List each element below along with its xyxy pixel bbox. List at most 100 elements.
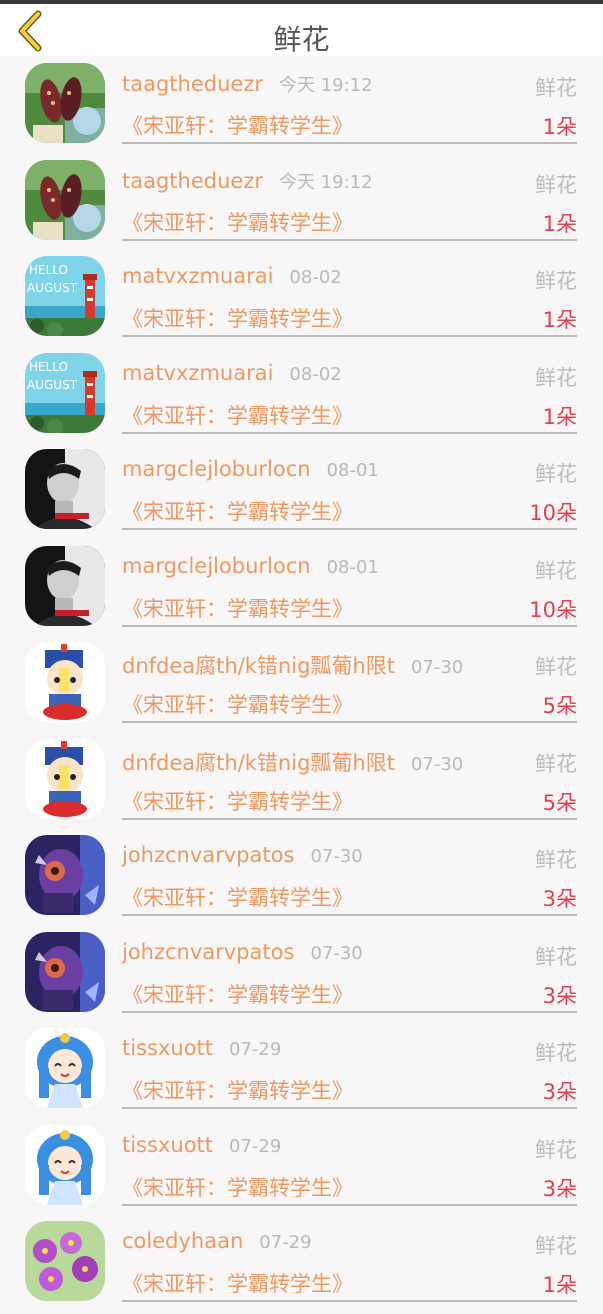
book-title[interactable]: 《宋亚轩：学霸转学生》 — [122, 303, 353, 333]
list-item[interactable]: dnfdea腐th/k错nig瓢葡h限t 07-30 鲜花《宋亚轩：学霸转学生》 5朵 — [0, 638, 603, 735]
gift-count: 3朵 — [542, 1080, 577, 1104]
list-item[interactable]: coledyhaan 07-29 鲜花 《宋亚轩：学霸转学生》 1朵 — [0, 1217, 603, 1314]
list-item[interactable]: tissxuott 07-29 鲜花 《宋亚轩：学霸转学生》 3朵 — [0, 1121, 603, 1218]
gift-count: 10朵 — [529, 597, 577, 622]
user-name[interactable]: taagtheduezr — [122, 169, 263, 193]
user-name[interactable]: tissxuott — [122, 1133, 213, 1157]
user-name-line: dnfdea腐th/k错nig瓢葡h限t 07-30 — [122, 650, 463, 680]
list-item[interactable]: johzcnvarvpatos 07-30 鲜花 《宋亚轩：学霸转学生》 3朵 — [0, 928, 603, 1025]
avatar[interactable] — [25, 1221, 105, 1301]
gift-type: 鲜花 — [535, 1041, 577, 1065]
gift-count: 10朵 — [529, 501, 577, 525]
user-name[interactable]: matvxzmuarai — [122, 361, 273, 385]
book-title[interactable]: 《宋亚轩：学霸转学生》 — [122, 593, 353, 623]
gift-type: 鲜花 — [535, 1137, 577, 1162]
book-title[interactable]: 《宋亚轩：学霸转学生》 — [122, 689, 353, 719]
divider — [122, 142, 577, 144]
list-item[interactable]: johzcnvarvpatos 07-30 鲜花 《宋亚轩：学霸转学生》 3朵 — [0, 831, 603, 928]
timestamp: 07-30 — [410, 657, 464, 678]
user-name[interactable]: tissxuott — [122, 1036, 213, 1060]
avatar[interactable] — [25, 449, 105, 529]
list-item[interactable]: margclejloburlocn 08-01 鲜花《宋亚轩：学霸转学生》 10朵 — [0, 445, 603, 542]
avatar-man-portrait — [25, 545, 105, 626]
user-name[interactable]: johzcnvarvpatos — [122, 940, 294, 964]
book-title[interactable]: 《宋亚轩：学霸转学生》 — [122, 786, 353, 816]
user-name[interactable]: dnfdea腐th/k错nig瓢葡h限t — [122, 654, 395, 678]
gift-type: 鲜花 — [535, 76, 577, 100]
user-name[interactable]: johzcnvarvpatos — [122, 843, 294, 867]
user-name[interactable]: coledyhaan — [122, 1229, 243, 1253]
list-item[interactable]: HELLO AUGUST matvxzmuarai 08-02 鲜花 《宋亚轩：学霸转学生… — [0, 349, 603, 446]
book-title[interactable]: 《宋亚轩：学霸转学生》 — [122, 882, 353, 912]
timestamp: 08-02 — [289, 267, 342, 288]
book-title[interactable]: 《宋亚轩：学霸转学生》 — [122, 1268, 353, 1298]
gift-count: 5朵 — [542, 694, 577, 718]
list-item[interactable]: taagtheduezr 今天 19:12 鲜花 《宋亚轩：学霸转学生》 1朵 — [0, 156, 603, 253]
list-item[interactable]: tissxuott 07-29 鲜花 《宋亚轩：学霸转学生》 3朵 — [0, 1024, 603, 1121]
avatar-feet-beach — [25, 159, 105, 240]
user-name-line: matvxzmuarai 08-02 — [122, 264, 342, 288]
divider — [122, 1300, 577, 1302]
list-item[interactable]: dnfdea腐th/k错nig瓢葡h限t 07-30 鲜花 《宋亚轩：学霸转学生》 5朵 — [0, 735, 603, 832]
gift-type: 鲜花 — [535, 751, 577, 776]
avatar[interactable]: HELLO AUGUST — [25, 352, 105, 433]
user-name[interactable]: taagtheduezr — [122, 72, 263, 96]
timestamp: 07-29 — [229, 1135, 282, 1157]
divider — [122, 528, 577, 530]
avatar-man-portrait — [25, 449, 105, 529]
avatar[interactable] — [25, 931, 105, 1012]
gift-type: 鲜花 — [535, 462, 577, 486]
user-name[interactable]: margclejloburlocn — [122, 457, 311, 481]
avatar[interactable] — [25, 738, 105, 819]
book-title[interactable]: 《宋亚轩：学霸转学生》 — [122, 1172, 353, 1202]
user-name-line: taagtheduezr 今天 19:12 — [122, 168, 373, 194]
book-title[interactable]: 《宋亚轩：学霸转学生》 — [122, 979, 353, 1009]
avatar-cartoon-jiangshi — [25, 642, 105, 722]
user-name[interactable]: margclejloburlocn — [122, 554, 311, 578]
avatar[interactable] — [25, 159, 105, 240]
avatar[interactable] — [25, 642, 105, 722]
list-item[interactable]: taagtheduezr 今天 19:12 鲜花 《宋亚轩：学霸转学生》 1朵 — [0, 59, 603, 156]
user-name-line: coledyhaan 07-29 — [122, 1229, 312, 1253]
divider — [122, 721, 577, 723]
divider — [122, 817, 577, 820]
user-name-line: johzcnvarvpatos 07-30 — [122, 843, 363, 867]
avatar[interactable] — [25, 835, 105, 915]
gift-count: 1朵 — [542, 1273, 577, 1297]
user-name-line: johzcnvarvpatos 07-30 — [122, 940, 363, 964]
timestamp: 07-29 — [259, 1232, 312, 1253]
list-item[interactable]: HELLO AUGUST matvxzmuarai 08-02 鲜花 《宋亚轩：学霸转学生… — [0, 252, 603, 349]
divider — [122, 914, 577, 916]
avatar-lighthouse: HELLO AUGUST — [25, 256, 105, 336]
book-title[interactable]: 《宋亚轩：学霸转学生》 — [122, 207, 353, 237]
svg-text:HELLO: HELLO — [29, 360, 68, 374]
divider — [122, 335, 577, 337]
avatar[interactable] — [25, 545, 105, 626]
timestamp: 08-01 — [326, 460, 379, 481]
user-name-line: tissxuott 07-29 — [122, 1133, 281, 1157]
book-title[interactable]: 《宋亚轩：学霸转学生》 — [122, 496, 353, 526]
timestamp: 07-30 — [310, 846, 363, 867]
divider — [122, 1010, 577, 1013]
user-name[interactable]: dnfdea腐th/k错nig瓢葡h限t — [122, 751, 395, 775]
book-title[interactable]: 《宋亚轩：学霸转学生》 — [122, 110, 353, 140]
divider — [122, 238, 577, 241]
avatar[interactable] — [25, 1124, 105, 1205]
avatar[interactable] — [25, 63, 105, 143]
avatar-anime-girl-blue — [25, 1028, 105, 1108]
avatar[interactable] — [25, 1028, 105, 1108]
list-item[interactable]: margclejloburlocn 08-01 鲜花 《宋亚轩：学霸转学生》 10朵 — [0, 542, 603, 639]
avatar[interactable]: HELLO AUGUST — [25, 256, 105, 336]
gift-type: 鲜花 — [535, 172, 577, 197]
gift-count: 1朵 — [542, 404, 577, 429]
gift-type: 鲜花 — [535, 655, 577, 679]
book-title[interactable]: 《宋亚轩：学霸转学生》 — [122, 400, 353, 430]
gift-type: 鲜花 — [535, 365, 577, 390]
user-name[interactable]: matvxzmuarai — [122, 264, 273, 288]
gift-type: 鲜花 — [535, 558, 577, 583]
book-title[interactable]: 《宋亚轩：学霸转学生》 — [122, 1075, 353, 1105]
avatar-cartoon-jiangshi — [25, 738, 105, 819]
flower-gift-list: taagtheduezr 今天 19:12 鲜花 《宋亚轩：学霸转学生》 1朵 taagt… — [0, 59, 603, 1314]
avatar-purple-flowers — [25, 1221, 105, 1301]
gift-count: 1朵 — [542, 115, 577, 139]
